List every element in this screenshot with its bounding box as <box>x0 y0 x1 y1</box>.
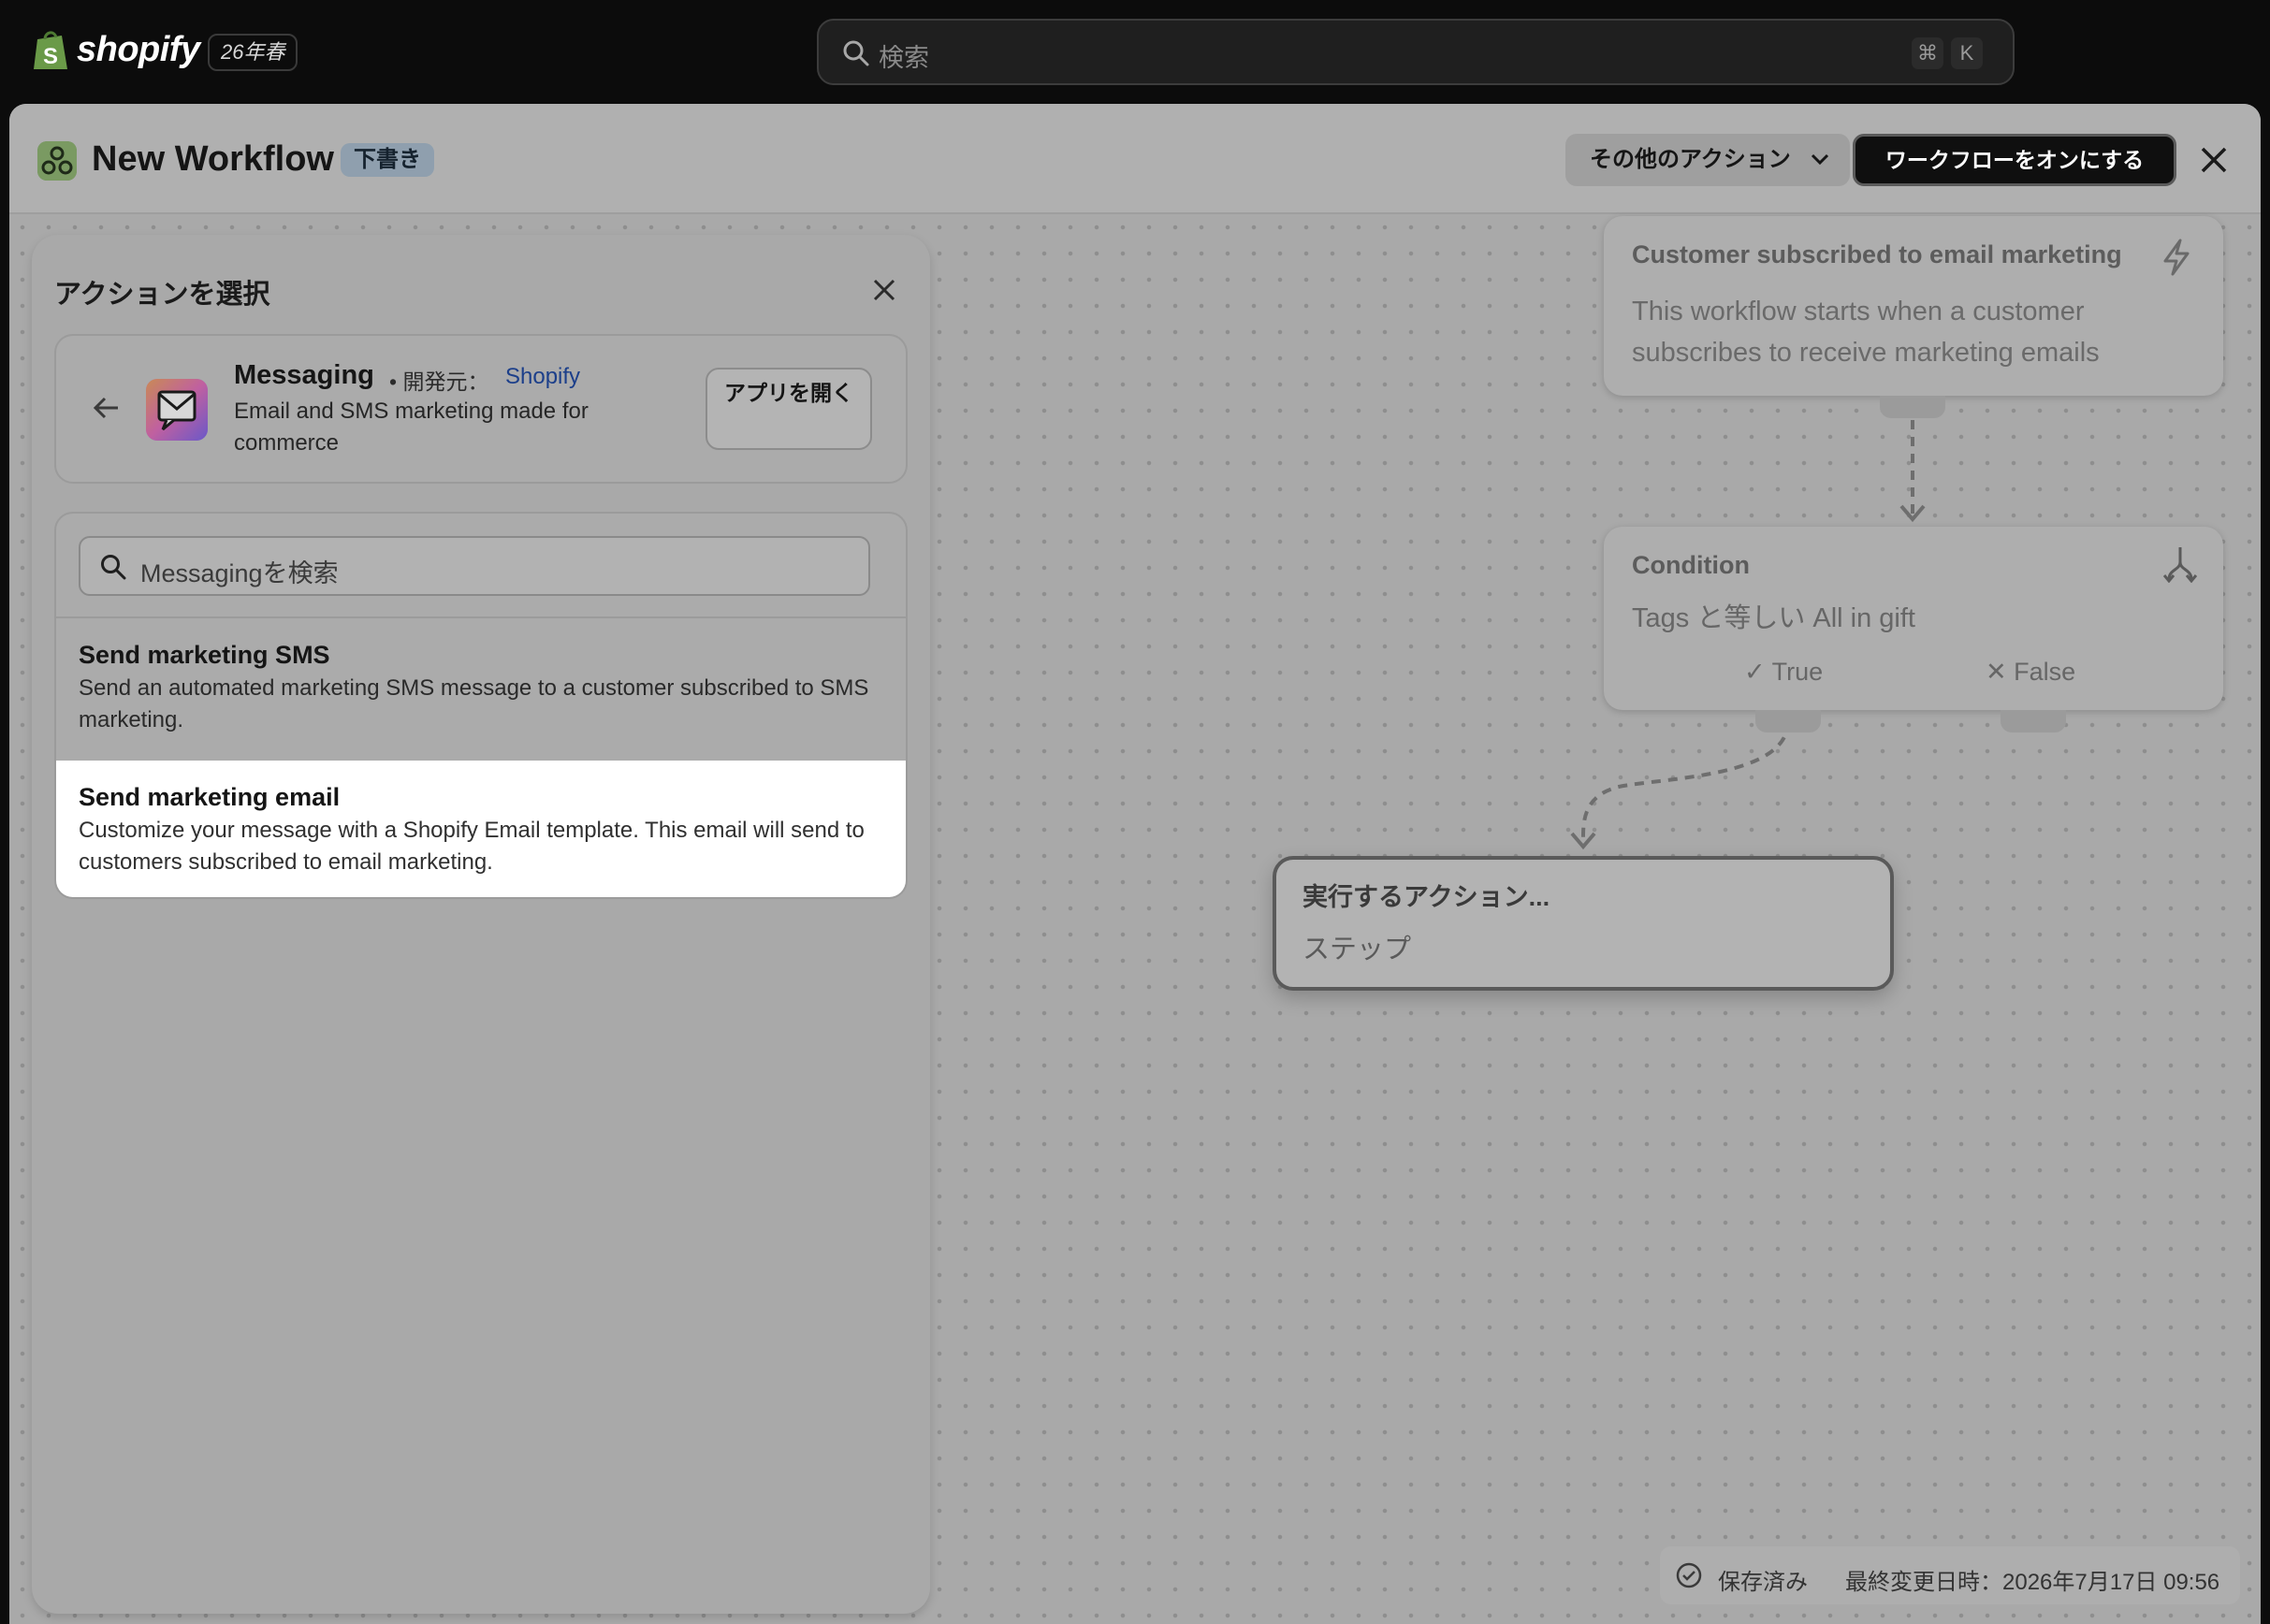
shopify-bag-icon: S <box>34 31 67 69</box>
last-modified-text: 最終変更日時：2026年7月17日 09:56 <box>1845 1570 2220 1595</box>
chevron-down-icon <box>1811 153 1829 166</box>
actions-search-input[interactable]: Messagingを検索 <box>79 536 870 596</box>
action-node[interactable]: 実行するアクション... ステップ <box>1273 856 1894 991</box>
status-badge: 下書き <box>341 143 434 177</box>
check-icon: ✓ <box>1744 658 1772 686</box>
action-send-marketing-sms[interactable]: Send marketing SMS Send an automated mar… <box>56 618 906 759</box>
action-subtitle: ステップ <box>1302 935 1412 964</box>
page-title: New Workflow <box>92 139 334 179</box>
trigger-output-port[interactable] <box>1880 396 1945 418</box>
true-branch[interactable]: ✓ True <box>1744 658 1823 687</box>
false-label: False <box>2014 658 2076 686</box>
saved-label: 保存済み <box>1718 1570 1808 1595</box>
search-placeholder: Messagingを検索 <box>140 559 339 587</box>
shortcut-k-key: K <box>1951 37 1983 69</box>
true-label: True <box>1771 658 1824 686</box>
workflow-window: New Workflow 下書き その他のアクション ワークフローをオンにする … <box>9 104 2261 1624</box>
app-name: Messaging <box>234 360 374 390</box>
more-actions-button[interactable]: その他のアクション <box>1565 134 1850 186</box>
app-description: Email and SMS marketing made for commerc… <box>234 399 589 456</box>
shopify-logo[interactable]: S shopify <box>32 28 200 71</box>
check-circle-icon <box>1676 1562 1702 1588</box>
action-picker-panel: アクションを選択 Messaging • 開発元： Shopify Email … <box>32 235 930 1614</box>
app-card: Messaging • 開発元： Shopify Email and SMS m… <box>54 334 908 484</box>
workflow-app-icon <box>37 141 77 181</box>
false-output-port[interactable] <box>2001 710 2066 732</box>
action-description: Customize your message with a Shopify Em… <box>79 818 865 875</box>
more-actions-label: その他のアクション <box>1590 147 1791 172</box>
close-icon[interactable] <box>2197 143 2231 177</box>
top-bar: S shopify 26年春 検索 ⌘ K <box>0 0 2270 104</box>
search-icon <box>843 40 869 66</box>
panel-title: アクションを選択 <box>54 280 270 310</box>
trigger-node[interactable]: Customer subscribed to email marketing T… <box>1604 216 2223 396</box>
true-output-port[interactable] <box>1755 710 1821 732</box>
action-title: Send marketing SMS <box>79 641 330 669</box>
developer-label: • 開発元： <box>389 370 489 394</box>
shortcut-command-key: ⌘ <box>1912 37 1943 69</box>
search-icon <box>101 555 126 580</box>
action-title: 実行するアクション... <box>1302 883 1550 911</box>
condition-title: Condition <box>1632 551 1750 579</box>
search-placeholder: 検索 <box>879 44 929 72</box>
svg-text:S: S <box>43 44 58 69</box>
x-icon: ✕ <box>1986 658 2015 686</box>
condition-description: Tags と等しい All in gift <box>1632 603 1915 633</box>
action-title: Send marketing email <box>79 783 341 811</box>
trigger-description: This workflow starts when a customer sub… <box>1632 297 2100 368</box>
actions-list: Messagingを検索 Send marketing SMS Send an … <box>54 512 908 899</box>
workflow-header: New Workflow 下書き その他のアクション ワークフローをオンにする <box>9 104 2261 214</box>
trigger-title: Customer subscribed to email marketing <box>1632 240 2122 268</box>
brand-name: shopify <box>77 29 200 69</box>
edition-badge[interactable]: 26年春 <box>208 34 298 71</box>
action-send-marketing-email[interactable]: Send marketing email Customize your mess… <box>56 761 906 897</box>
turn-on-workflow-button[interactable]: ワークフローをオンにする <box>1853 134 2176 186</box>
back-arrow-icon[interactable] <box>92 394 122 422</box>
branch-icon <box>2163 547 2197 583</box>
lightning-icon <box>2163 239 2190 276</box>
condition-node[interactable]: Condition Tags と等しい All in gift ✓ True ✕… <box>1604 527 2223 710</box>
save-status: 保存済み 最終変更日時：2026年7月17日 09:56 <box>1660 1546 2240 1604</box>
developer-link[interactable]: Shopify <box>505 364 580 390</box>
action-description: Send an automated marketing SMS message … <box>79 675 869 732</box>
global-search[interactable]: 検索 ⌘ K <box>817 19 2015 85</box>
messaging-app-icon <box>146 379 208 441</box>
open-app-button[interactable]: アプリを開く <box>706 368 872 450</box>
false-branch[interactable]: ✕ False <box>1986 658 2075 687</box>
close-icon[interactable] <box>870 276 898 304</box>
